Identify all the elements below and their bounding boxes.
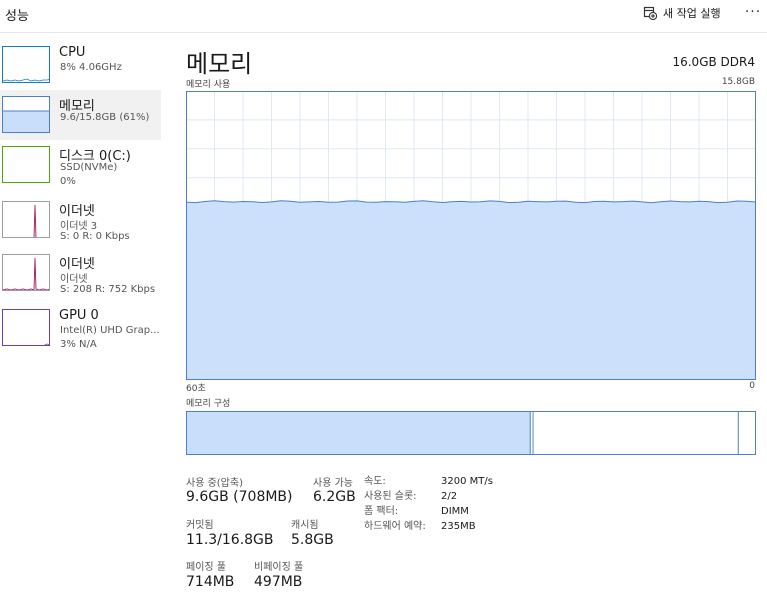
sidebar-item-memory[interactable]: 메모리 9.6/15.8GB (61%) <box>0 90 161 140</box>
hardware-reserved-value: 235MB <box>441 521 476 532</box>
memory-composition-label: 메모리 구성 <box>186 399 231 409</box>
memory-usage-area <box>186 200 756 380</box>
paged-pool-label: 페이징 풀 <box>186 562 226 573</box>
in-use-label: 사용 중(압축) <box>186 478 243 489</box>
sidebar-item-detail: 이더넷 3 <box>60 221 98 232</box>
slots-label: 사용된 슬롯: <box>364 491 417 502</box>
paged-pool-value: 714MB <box>186 574 235 590</box>
main-title: 메모리 <box>186 50 253 78</box>
composition-in-use-segment[interactable] <box>187 412 531 454</box>
sidebar-item-usage: 0% <box>60 176 76 187</box>
committed-label: 커밋됨 <box>186 520 214 531</box>
form-factor-label: 폼 팩터: <box>364 506 399 517</box>
info-row-slots: 사용된 슬롯: 2/2 <box>364 489 493 504</box>
in-use-value: 9.6GB (708MB) <box>186 489 293 505</box>
available-label: 사용 가능 <box>313 478 353 489</box>
speed-label: 속도: <box>364 476 386 487</box>
graph-axis-end-label: 0 <box>749 381 755 391</box>
info-row-reserved: 하드웨어 예약: 235MB <box>364 519 493 534</box>
form-factor-value: DIMM <box>441 506 469 517</box>
sidebar-item-ethernet-3[interactable]: 이더넷 이더넷 3 S: 0 R: 0 Kbps <box>0 195 161 245</box>
run-new-task-label: 새 작업 실행 <box>663 7 721 20</box>
sidebar-item-name: GPU 0 <box>59 308 99 323</box>
run-new-task-button[interactable]: 새 작업 실행 <box>643 4 721 22</box>
ethernet-3-thumbnail-graph <box>2 201 50 238</box>
speed-value: 3200 MT/s <box>441 476 493 487</box>
info-row-form-factor: 폼 팩터: DIMM <box>364 504 493 519</box>
memory-usage-graph <box>186 91 756 380</box>
slots-value: 2/2 <box>441 491 458 502</box>
new-task-icon <box>643 6 657 20</box>
hardware-reserved-label: 하드웨어 예약: <box>364 521 426 532</box>
page-title: 성능 <box>5 9 29 24</box>
disk-thumbnail-graph <box>2 146 50 183</box>
memory-thumbnail-graph <box>2 96 50 133</box>
nonpaged-pool-label: 비페이징 풀 <box>254 562 304 573</box>
sidebar-item-detail: 이더넷 <box>60 274 88 285</box>
cached-value: 5.8GB <box>291 532 334 548</box>
available-value: 6.2GB <box>313 489 356 505</box>
sidebar: CPU 8% 4.06GHz 메모리 9.6/15.8GB (61%) 디스크 … <box>0 40 161 600</box>
sidebar-item-detail: SSD(NVMe) <box>60 162 118 173</box>
memory-usage-graph-max: 15.8GB <box>721 77 755 87</box>
cpu-thumbnail-graph <box>2 46 50 83</box>
sidebar-item-cpu[interactable]: CPU 8% 4.06GHz <box>0 40 161 90</box>
sidebar-item-name: CPU <box>59 45 86 60</box>
sidebar-item-throughput: S: 0 R: 0 Kbps <box>60 231 130 242</box>
memory-usage-graph-label: 메모리 사용 <box>186 80 231 90</box>
graph-axis-start-label: 60초 <box>186 384 206 394</box>
more-options-button[interactable]: ··· <box>743 3 763 21</box>
nonpaged-pool-value: 497MB <box>254 574 303 590</box>
ethernet-thumbnail-graph <box>2 254 50 291</box>
composition-standby-segment[interactable] <box>533 412 739 454</box>
sidebar-item-usage: 3% N/A <box>60 339 97 350</box>
info-row-speed: 속도: 3200 MT/s <box>364 474 493 489</box>
memory-spec: 16.0GB DDR4 <box>672 55 755 69</box>
sidebar-item-gpu[interactable]: GPU 0 Intel(R) UHD Grap... 3% N/A <box>0 303 161 353</box>
sidebar-item-detail: Intel(R) UHD Grap... <box>60 325 160 336</box>
committed-value: 11.3/16.8GB <box>186 532 274 548</box>
sidebar-item-ethernet[interactable]: 이더넷 이더넷 S: 208 R: 752 Kbps <box>0 248 161 298</box>
sidebar-item-detail: 8% 4.06GHz <box>60 62 122 73</box>
memory-info-table: 속도: 3200 MT/s 사용된 슬롯: 2/2 폼 팩터: DIMM 하드웨… <box>364 474 493 534</box>
sidebar-item-detail: 9.6/15.8GB (61%) <box>60 112 150 123</box>
memory-composition-bar <box>186 411 756 455</box>
cached-label: 캐시됨 <box>291 520 319 531</box>
sidebar-item-throughput: S: 208 R: 752 Kbps <box>60 284 156 295</box>
sidebar-item-disk[interactable]: 디스크 0(C:) SSD(NVMe) 0% <box>0 140 161 190</box>
gpu-thumbnail-graph <box>2 309 50 346</box>
header-divider <box>0 32 767 33</box>
